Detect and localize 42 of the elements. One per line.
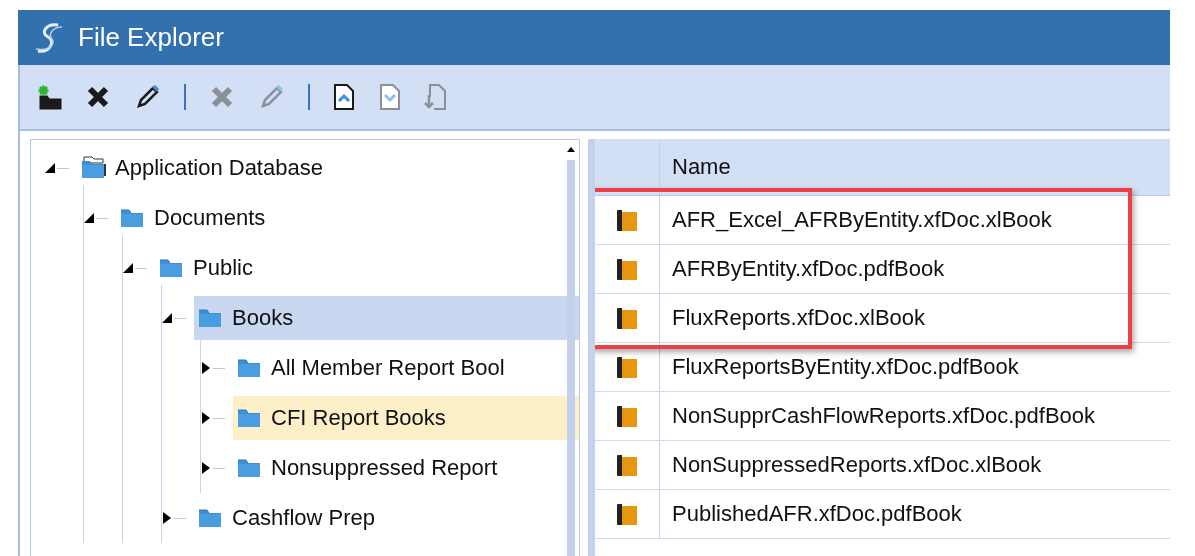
file-name-cell[interactable]: AFR_Excel_AFRByEntity.xfDoc.xlBook (660, 196, 1052, 244)
folder-icon (237, 456, 263, 480)
file-name-cell[interactable]: FluxReportsByEntity.xfDoc.pdfBook (660, 343, 1019, 391)
file-name-cell[interactable]: NonSupprCashFlowReports.xfDoc.pdfBook (660, 392, 1096, 440)
book-icon (614, 354, 640, 380)
folder-icon (159, 256, 185, 280)
book-icon (614, 256, 640, 282)
book-icon (614, 452, 640, 478)
tree-item[interactable]: Documents (116, 196, 579, 240)
tree-item[interactable]: Cashflow Prep (194, 496, 579, 540)
new-folder-icon (38, 84, 62, 110)
tree-item[interactable]: CFI Report Books (233, 396, 579, 440)
edit-icon (134, 83, 162, 111)
collapse-arrow-icon[interactable] (123, 262, 135, 274)
collapse-arrow-icon[interactable] (162, 312, 174, 324)
document-up-icon (332, 83, 356, 111)
folder-icon (237, 406, 263, 430)
book-icon (614, 305, 640, 331)
folder-icon (120, 206, 146, 230)
tree-item[interactable]: Application Database (77, 146, 579, 190)
tree-item[interactable]: Public (155, 246, 579, 290)
book-icon (614, 501, 640, 527)
collapse-arrow-icon[interactable] (45, 162, 57, 174)
edit-icon (258, 83, 286, 111)
window-title: File Explorer (78, 22, 224, 53)
database-icon (81, 156, 107, 180)
collapse-arrow-icon[interactable] (84, 212, 96, 224)
tree-item[interactable]: Books (194, 296, 579, 340)
document-down-icon (378, 83, 402, 111)
file-name-cell[interactable]: PublishedAFR.xfDoc.pdfBook (660, 490, 962, 538)
column-header[interactable]: Name (660, 139, 731, 195)
book-icon (614, 207, 640, 233)
folder-icon (198, 506, 224, 530)
book-icon (614, 403, 640, 429)
folder-icon (237, 356, 263, 380)
folder-icon (198, 306, 224, 330)
file-name-cell[interactable]: AFRByEntity.xfDoc.pdfBook (660, 245, 945, 293)
tree-item[interactable]: All Member Report Bool (233, 346, 579, 390)
document-download-icon (424, 83, 448, 111)
file-name-cell[interactable]: FluxReports.xfDoc.xlBook (660, 294, 926, 342)
tree-item[interactable]: Nonsuppressed Report (233, 446, 579, 490)
file-name-cell[interactable]: NonSuppressedReports.xfDoc.xlBook (660, 441, 1042, 489)
